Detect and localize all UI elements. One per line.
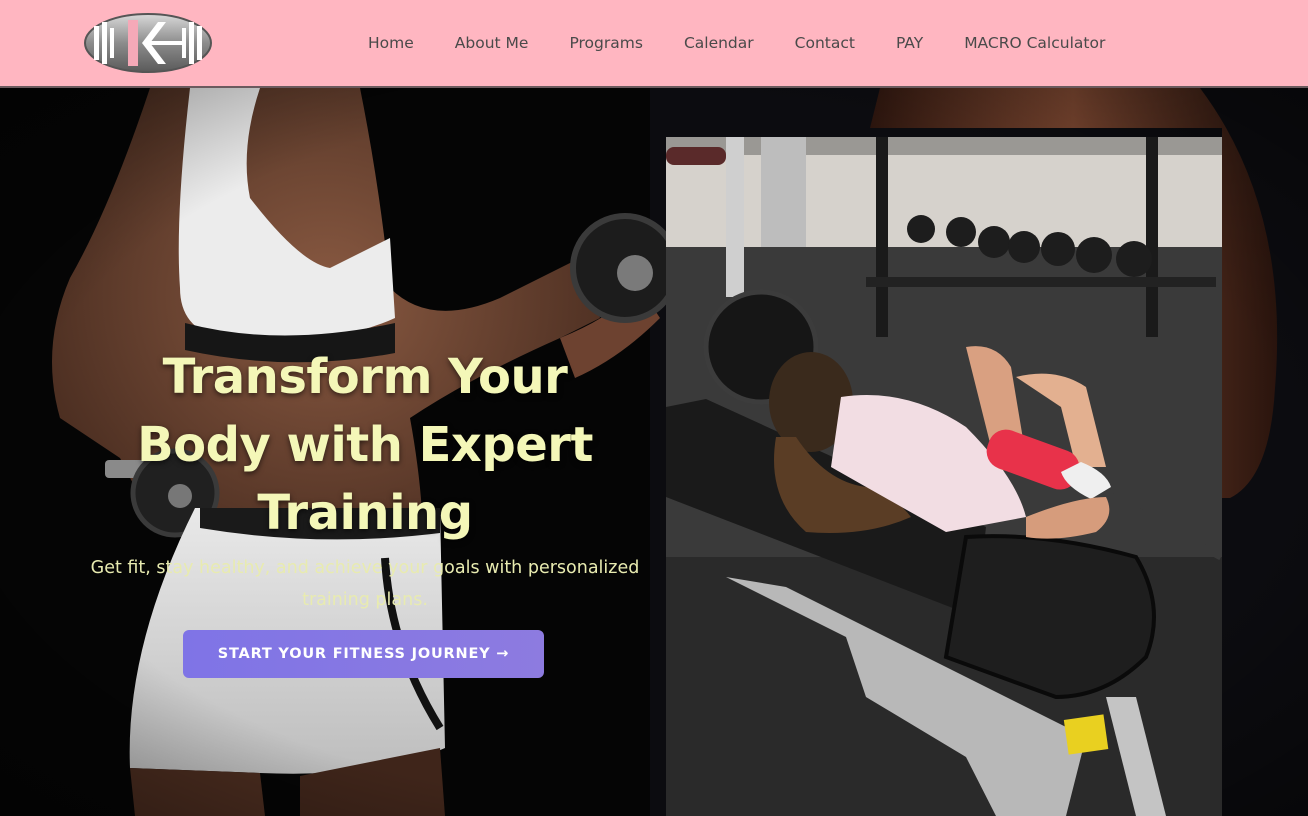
- nav-contact-link[interactable]: Contact: [795, 34, 855, 52]
- nav-calendar-link[interactable]: Calendar: [684, 34, 754, 52]
- site-header: Home About Me Programs Calendar Contact …: [0, 0, 1308, 88]
- nav-about-me-link[interactable]: About Me: [455, 34, 529, 52]
- start-fitness-journey-button[interactable]: START YOUR FITNESS JOURNEY →: [183, 630, 544, 678]
- nav-pay-link[interactable]: PAY: [896, 34, 923, 52]
- nav-home-link[interactable]: Home: [368, 34, 414, 52]
- gym-bench-photo: [666, 137, 1222, 816]
- nav-macro-calculator-link[interactable]: MACRO Calculator: [964, 34, 1105, 52]
- nav-programs-link[interactable]: Programs: [569, 34, 642, 52]
- hero-section: Transform Your Body with Expert Training…: [0, 88, 1308, 816]
- barbell-logo-icon[interactable]: [84, 12, 212, 74]
- hero-title: Transform Your Body with Expert Training: [137, 349, 593, 541]
- main-nav: Home About Me Programs Calendar Contact …: [350, 0, 1146, 86]
- hero-subtitle: Get fit, stay healthy, and achieve your …: [90, 558, 640, 610]
